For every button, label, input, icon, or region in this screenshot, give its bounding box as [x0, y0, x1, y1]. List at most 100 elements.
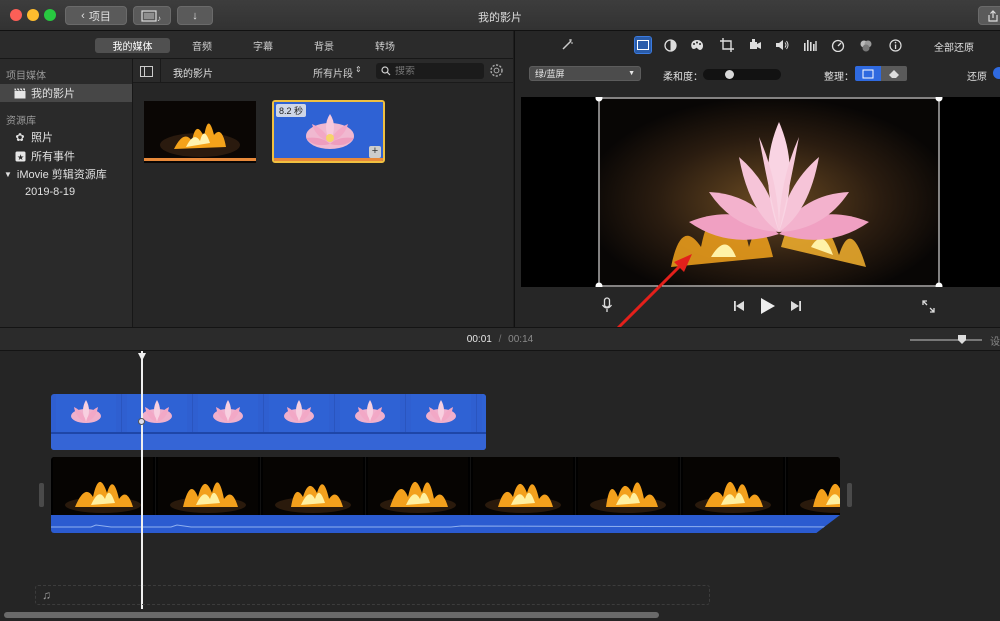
- overlay-frame-thumbnail: [193, 394, 264, 432]
- overlay-type-select[interactable]: 绿/蓝屏 ▼: [529, 66, 641, 81]
- reset-overlay-label[interactable]: 还原: [967, 68, 987, 83]
- main-frame-thumbnail: [576, 457, 681, 515]
- sidebar-item-label: 我的影片: [31, 88, 75, 100]
- overlay-clip-frames: [51, 394, 486, 432]
- toggle-sidebar-button[interactable]: [133, 59, 161, 83]
- color-correction-button[interactable]: [689, 37, 705, 53]
- library-name: iMovie 剪辑资源库: [16, 169, 107, 181]
- overlay-frame-thumbnail: [477, 394, 486, 432]
- color-balance-button[interactable]: [662, 37, 678, 53]
- tab-transitions[interactable]: 转场: [363, 38, 407, 53]
- background-music-well[interactable]: ♫: [35, 585, 710, 605]
- adjustments-toolbar: 全部还原: [515, 31, 1000, 59]
- annotation-arrow-icon: [616, 254, 692, 330]
- reset-all-button[interactable]: 全部还原: [934, 39, 974, 54]
- palette-icon: [691, 39, 704, 50]
- playhead-node: [138, 418, 145, 425]
- play-button[interactable]: [760, 298, 775, 314]
- playhead-handle[interactable]: [138, 353, 146, 361]
- overlay-frame-thumbnail: [406, 394, 477, 432]
- timeline-settings-button[interactable]: 设: [990, 333, 1000, 348]
- softness-slider-knob[interactable]: [724, 70, 734, 79]
- enhance-wand-button[interactable]: [559, 37, 575, 53]
- next-button[interactable]: [790, 301, 802, 311]
- crop-button[interactable]: [719, 37, 735, 53]
- overlay-frame-thumbnail: [51, 394, 122, 432]
- timeline-zoom-slider[interactable]: [910, 335, 982, 344]
- main-frame-thumbnail: [681, 457, 786, 515]
- timecode-display: 00:01 / 00:14: [0, 334, 1000, 345]
- crop-icon: [720, 38, 734, 52]
- clip-filter-button[interactable]: [858, 37, 874, 53]
- viewer-panel: 全部还原 绿/蓝屏 ▼ 柔和度： 整理： 还原: [514, 31, 1000, 327]
- cleanup-label: 整理：: [824, 72, 854, 83]
- library-sidebar: 项目媒体 我的影片 资源库 ✿ 照片 ★ 所有事件 ▼ iMovie 剪辑资源库…: [0, 59, 133, 327]
- browser-toolbar: 我的影片 所有片段 ⇕: [133, 59, 513, 83]
- fire-clip-thumbnail[interactable]: [144, 101, 256, 163]
- main-frame-thumbnail: [366, 457, 471, 515]
- media-tabs-bar: 我的媒体 音频 字幕 背景 转场: [0, 31, 513, 59]
- softness-slider[interactable]: [703, 69, 781, 80]
- disclosure-triangle-icon: ▼: [4, 169, 12, 179]
- main-clip-fire[interactable]: [51, 457, 840, 533]
- reset-overlay-button[interactable]: [993, 67, 1000, 79]
- volume-button[interactable]: [774, 37, 790, 53]
- clip-filter-select[interactable]: 所有片段 ⇕: [313, 65, 362, 80]
- video-camera-icon: [750, 39, 761, 49]
- project-media-header: 项目媒体: [6, 71, 46, 82]
- tab-backgrounds[interactable]: 背景: [302, 38, 346, 53]
- timeline-scrollbar[interactable]: [4, 612, 659, 618]
- tab-my-media[interactable]: 我的媒体: [95, 38, 170, 53]
- stabilization-button[interactable]: [747, 37, 763, 53]
- play-icon: [761, 298, 775, 314]
- share-button[interactable]: [978, 6, 1000, 25]
- clip-duration-badge: 8.2 秒: [276, 104, 307, 117]
- add-clip-button[interactable]: +: [369, 146, 381, 158]
- updown-chevron-icon: ⇕: [355, 65, 362, 74]
- overlay-type-value: 绿/蓝屏: [535, 69, 565, 79]
- sidebar-item-library[interactable]: ▼ iMovie 剪辑资源库: [0, 165, 132, 183]
- previous-button[interactable]: [733, 301, 745, 311]
- sidebar-item-all-events[interactable]: ★ 所有事件: [0, 147, 132, 165]
- equalizer-button[interactable]: [802, 37, 818, 53]
- sidebar-item-my-movie[interactable]: 我的影片: [0, 84, 132, 102]
- speed-button[interactable]: [830, 37, 846, 53]
- clip-trim-handle-right[interactable]: [847, 483, 852, 507]
- search-input[interactable]: [395, 65, 475, 77]
- magic-wand-icon: [562, 39, 573, 50]
- timecode-separator: /: [498, 334, 502, 345]
- sidebar-item-event[interactable]: 2019-8-19: [0, 183, 132, 201]
- sidebar-item-photos[interactable]: ✿ 照片: [0, 128, 132, 146]
- overlay-frame-thumbnail: [335, 394, 406, 432]
- share-icon: [988, 9, 998, 22]
- cleanup-eraser-button[interactable]: [881, 66, 907, 81]
- video-preview: [521, 97, 1000, 287]
- equalizer-bars-icon: [804, 40, 817, 51]
- speedometer-icon: [831, 39, 845, 52]
- clip-info-button[interactable]: [887, 37, 903, 53]
- clip-trim-handle-left[interactable]: [39, 483, 44, 507]
- tab-audio[interactable]: 音频: [180, 38, 224, 53]
- libraries-header: 资源库: [6, 116, 36, 127]
- clip-filter-value: 所有片段: [313, 69, 353, 80]
- sidebar-toggle-icon: [140, 65, 153, 77]
- svg-text:★: ★: [17, 153, 24, 162]
- overlay-clip-audio: [51, 434, 486, 450]
- tab-titles[interactable]: 字幕: [241, 38, 285, 53]
- browser-title: 我的影片: [173, 69, 213, 80]
- cleanup-crop-button[interactable]: [855, 66, 881, 81]
- settings-gear-button[interactable]: [489, 63, 504, 78]
- search-field[interactable]: [376, 63, 484, 79]
- overlay-clip-lotus[interactable]: [51, 394, 486, 450]
- lotus-clip-thumbnail[interactable]: 8.2 秒 +: [272, 100, 385, 163]
- timeline: ♫: [0, 351, 1000, 621]
- speaker-icon: [775, 40, 788, 50]
- playhead[interactable]: [141, 351, 143, 609]
- media-browser-panel: 我的媒体 音频 字幕 背景 转场 项目媒体 我的影片 资源库 ✿ 照片 ★ 所有…: [0, 31, 513, 327]
- main-clip-frames: [51, 457, 840, 515]
- overlay-rect-icon: [637, 40, 649, 50]
- info-icon: [888, 38, 902, 52]
- fullscreen-button[interactable]: [922, 300, 935, 313]
- clapperboard-icon: [14, 87, 26, 99]
- video-overlay-button[interactable]: [634, 36, 652, 54]
